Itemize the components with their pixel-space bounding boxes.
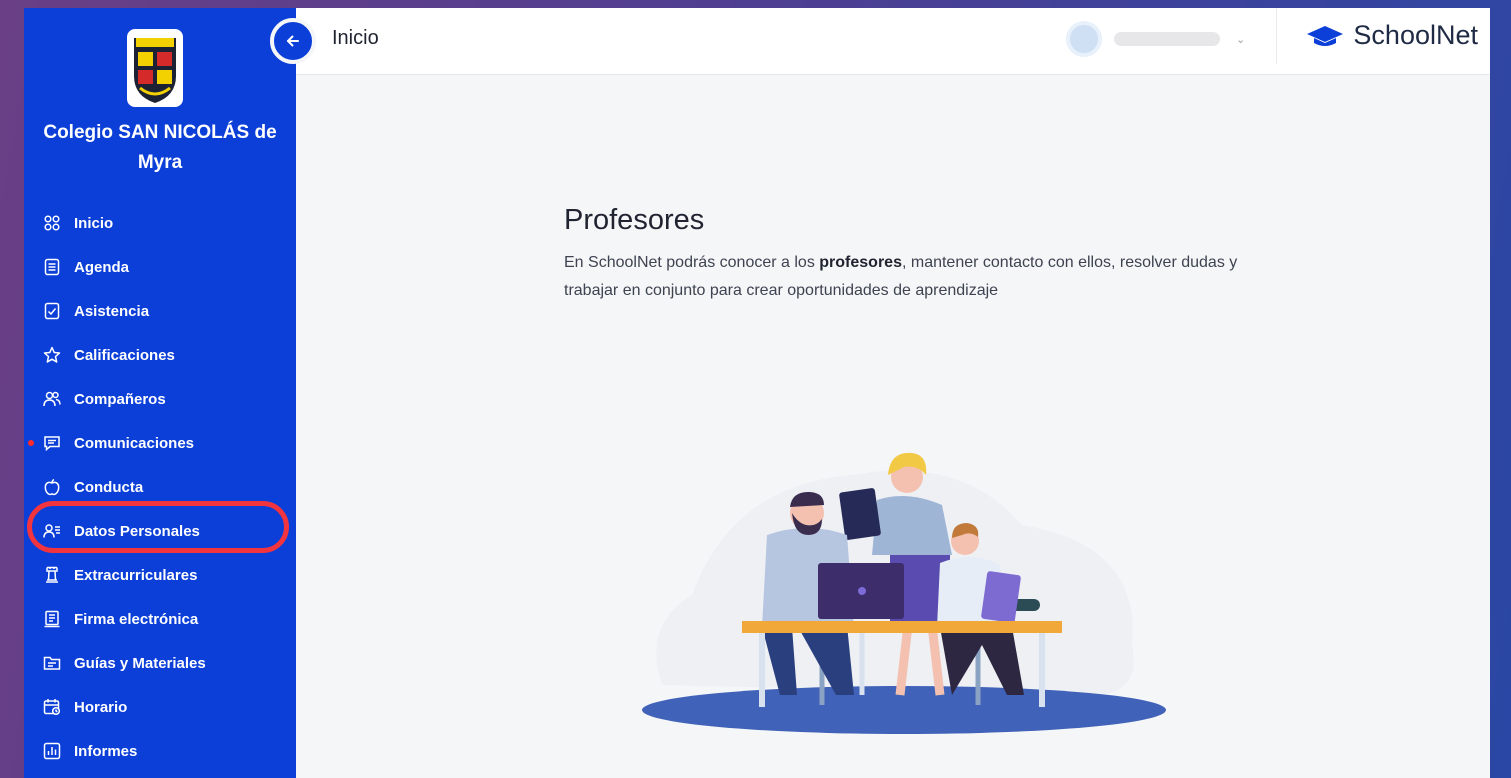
sidebar-item-informes[interactable]: Informes [24,729,296,773]
top-bar: Inicio ⌄ SchoolNet [296,8,1490,75]
app-window: Colegio SAN NICOLÁS de Myra Inicio Agend… [24,8,1490,778]
sidebar-item-label: Horario [74,698,128,716]
attendance-icon [42,301,62,321]
sidebar-item-label: Asistencia [74,302,150,320]
sidebar-item-label: Compañeros [74,390,166,408]
teachers-illustration [642,452,1166,734]
graduation-cap-icon [1307,25,1344,46]
document-sign-icon [42,609,62,629]
calendar-clock-icon [42,697,62,717]
section-title: Profesores [564,204,705,236]
sidebar-item-label: Inicio [74,214,114,232]
brand-name: SchoolNet [1353,20,1478,50]
sidebar-item-guias-materiales[interactable]: Guías y Materiales [24,641,296,685]
sidebar: Colegio SAN NICOLÁS de Myra Inicio Agend… [24,8,296,778]
description-bold: profesores [819,254,902,271]
sidebar-item-label: Agenda [74,258,130,276]
sidebar-item-datos-personales[interactable]: Datos Personales [24,509,296,553]
sidebar-item-label: Datos Personales [74,522,200,540]
sidebar-item-calificaciones[interactable]: Calificaciones [24,333,296,377]
star-icon [42,345,62,365]
chat-icon [42,433,62,453]
sidebar-item-companeros[interactable]: Compañeros [24,377,296,421]
avatar [1066,21,1102,57]
chess-rook-icon [42,565,62,585]
sidebar-item-agenda[interactable]: Agenda [24,245,296,289]
sidebar-item-firma-electronica[interactable]: Firma electrónica [24,597,296,641]
sidebar-item-label: Firma electrónica [74,610,199,628]
sidebar-item-label: Informes [74,742,138,760]
page-title: Inicio [332,27,379,49]
folder-icon [42,653,62,673]
sidebar-item-label: Guías y Materiales [74,654,206,672]
grid-icon [42,213,62,233]
school-name: Colegio SAN NICOLÁS de Myra [24,118,296,178]
sidebar-item-label: Extracurriculares [74,566,198,584]
report-chart-icon [42,741,62,761]
description-text-start: En SchoolNet podrás conocer a los [564,254,820,271]
school-name-line2: Myra [137,152,183,173]
user-menu[interactable]: ⌄ [1066,16,1256,62]
sidebar-item-extracurriculares[interactable]: Extracurriculares [24,553,296,597]
sidebar-item-label: Comunicaciones [74,434,195,452]
user-name-redacted [1114,32,1220,46]
sidebar-item-label: Conducta [74,478,144,496]
sidebar-item-comunicaciones[interactable]: Comunicaciones [24,421,296,465]
agenda-icon [42,257,62,277]
school-name-line1: Colegio SAN NICOLÁS de [43,122,277,143]
arrow-left-icon [284,32,302,50]
sidebar-item-label: Calificaciones [74,346,175,364]
notification-dot [28,440,34,446]
sidebar-nav: Inicio Agenda Asistencia Calificaciones [24,201,296,773]
sidebar-item-asistencia[interactable]: Asistencia [24,289,296,333]
sidebar-item-inicio[interactable]: Inicio [24,201,296,245]
school-crest-logo [126,28,184,108]
users-icon [42,389,62,409]
collapse-sidebar-button[interactable] [270,18,316,64]
section-description: En SchoolNet podrás conocer a los profes… [564,249,1264,305]
user-card-icon [42,521,62,541]
apple-icon [42,477,62,497]
main-content: Profesores En SchoolNet podrás conocer a… [296,75,1490,778]
chevron-down-icon: ⌄ [1236,33,1246,46]
brand-logo: SchoolNet [1305,20,1478,51]
header-divider [1276,8,1277,64]
sidebar-item-horario[interactable]: Horario [24,685,296,729]
sidebar-item-conducta[interactable]: Conducta [24,465,296,509]
